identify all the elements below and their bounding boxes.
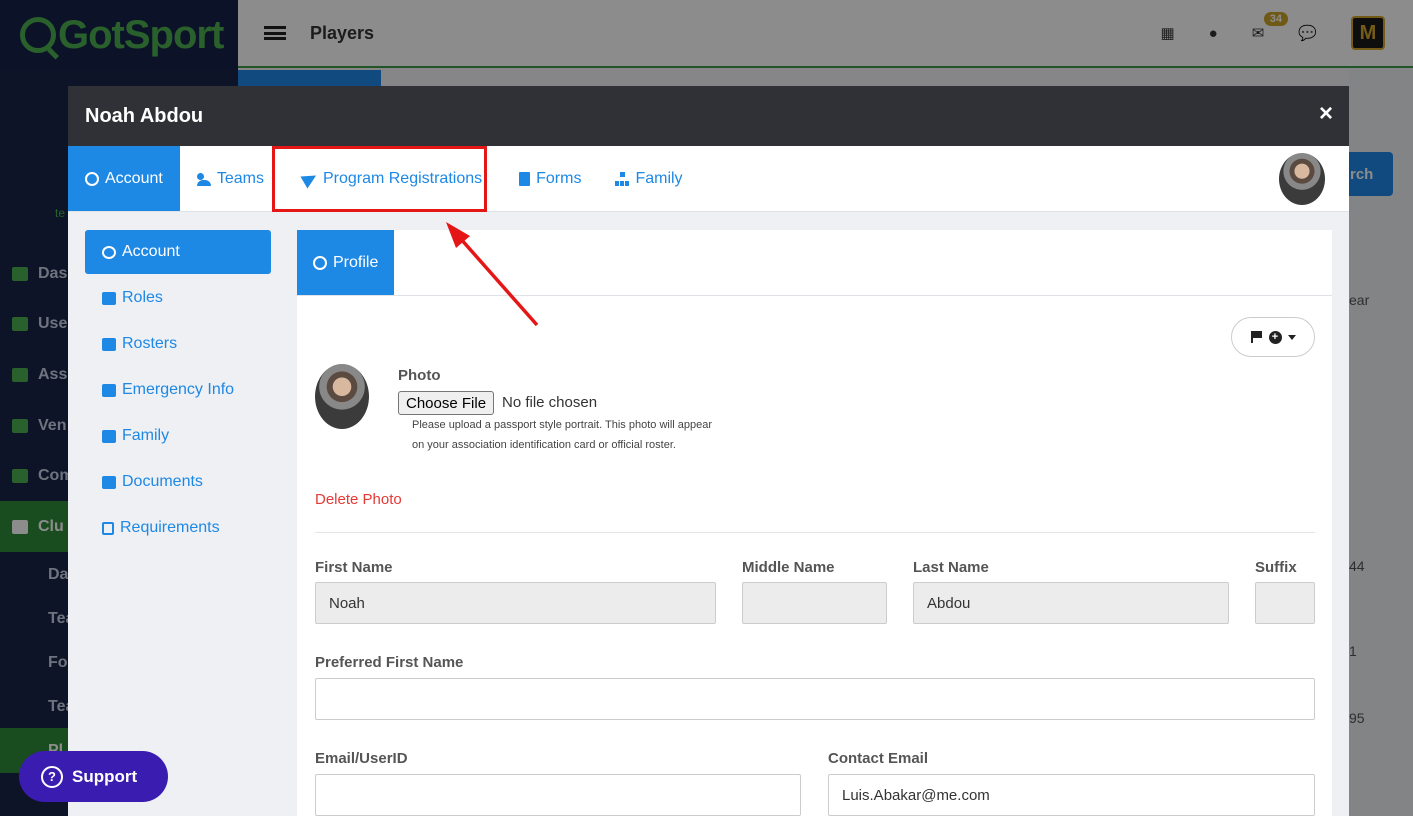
account-side-menu: Account Roles Rosters Emergency Info Fam… xyxy=(85,230,271,552)
paper-plane-icon xyxy=(300,168,320,189)
first-name-label: First Name xyxy=(315,559,393,576)
caret-down-icon xyxy=(1287,334,1296,340)
close-icon[interactable]: × xyxy=(1319,102,1333,126)
id-card-icon xyxy=(102,291,116,305)
file-icon xyxy=(519,171,531,186)
support-button[interactable]: ? Support xyxy=(19,751,168,802)
tab-family[interactable]: Family xyxy=(598,146,699,211)
last-name-label: Last Name xyxy=(913,559,989,576)
tab-teams[interactable]: Teams xyxy=(180,146,281,211)
player-modal: Noah Abdou × Account Teams Program Regis… xyxy=(68,86,1349,816)
menu-item-family[interactable]: Family xyxy=(85,414,271,458)
file-status: No file chosen xyxy=(502,394,598,411)
divider xyxy=(315,532,1315,533)
tab-program-registrations[interactable]: Program Registrations xyxy=(281,146,502,211)
folder-open-icon xyxy=(102,475,116,489)
suffix-label: Suffix xyxy=(1255,559,1297,576)
email-userid-label: Email/UserID xyxy=(315,750,408,767)
user-circle-icon xyxy=(102,245,116,259)
contact-email-field[interactable]: Luis.Abakar@me.com xyxy=(828,774,1315,816)
plus-circle-icon: + xyxy=(1268,330,1282,344)
menu-item-documents[interactable]: Documents xyxy=(85,460,271,504)
user-circle-icon xyxy=(313,255,327,270)
sitemap-icon xyxy=(102,429,116,443)
modal-title: Noah Abdou xyxy=(85,104,204,127)
photo-hint-line-1: Please upload a passport style portrait.… xyxy=(412,419,713,431)
menu-item-rosters[interactable]: Rosters xyxy=(85,322,271,366)
sitemap-icon xyxy=(615,171,630,186)
email-userid-field[interactable] xyxy=(315,774,801,816)
suffix-field[interactable] xyxy=(1255,582,1315,624)
middle-name-label: Middle Name xyxy=(742,559,835,576)
tab-account[interactable]: Account xyxy=(68,146,180,211)
user-circle-icon xyxy=(85,171,99,186)
first-name-field[interactable]: Noah xyxy=(315,582,716,624)
preferred-first-name-label: Preferred First Name xyxy=(315,654,464,671)
photo-hint-line-2: on your association identification card … xyxy=(412,439,676,451)
player-photo xyxy=(315,364,369,429)
flag-dropdown-button[interactable]: + xyxy=(1231,317,1315,357)
users-icon xyxy=(196,172,211,186)
menu-item-emergency-info[interactable]: Emergency Info xyxy=(85,368,271,412)
photo-label: Photo xyxy=(398,367,441,384)
modal-tabs: Account Teams Program Registrations Form… xyxy=(68,146,1349,212)
file-text-icon xyxy=(102,521,114,535)
menu-item-account[interactable]: Account xyxy=(85,230,271,274)
preferred-first-name-field[interactable] xyxy=(315,678,1315,720)
player-avatar xyxy=(1279,153,1325,205)
flag-icon xyxy=(1250,331,1263,343)
contact-email-label: Contact Email xyxy=(828,750,929,767)
menu-item-requirements[interactable]: Requirements xyxy=(85,506,271,550)
delete-photo-link[interactable]: Delete Photo xyxy=(315,491,402,508)
middle-name-field[interactable] xyxy=(742,582,887,624)
tab-forms[interactable]: Forms xyxy=(502,146,598,211)
menu-item-roles[interactable]: Roles xyxy=(85,276,271,320)
tab-profile[interactable]: Profile xyxy=(297,230,395,295)
last-name-field[interactable]: Abdou xyxy=(913,582,1229,624)
modal-header: Noah Abdou × xyxy=(68,86,1349,146)
question-circle-icon: ? xyxy=(41,765,63,788)
plus-square-icon xyxy=(102,383,116,397)
profile-panel: Profile + Photo Choose File No file chos… xyxy=(297,230,1332,816)
users-icon xyxy=(102,337,116,351)
choose-file-button[interactable]: Choose File xyxy=(398,391,495,415)
